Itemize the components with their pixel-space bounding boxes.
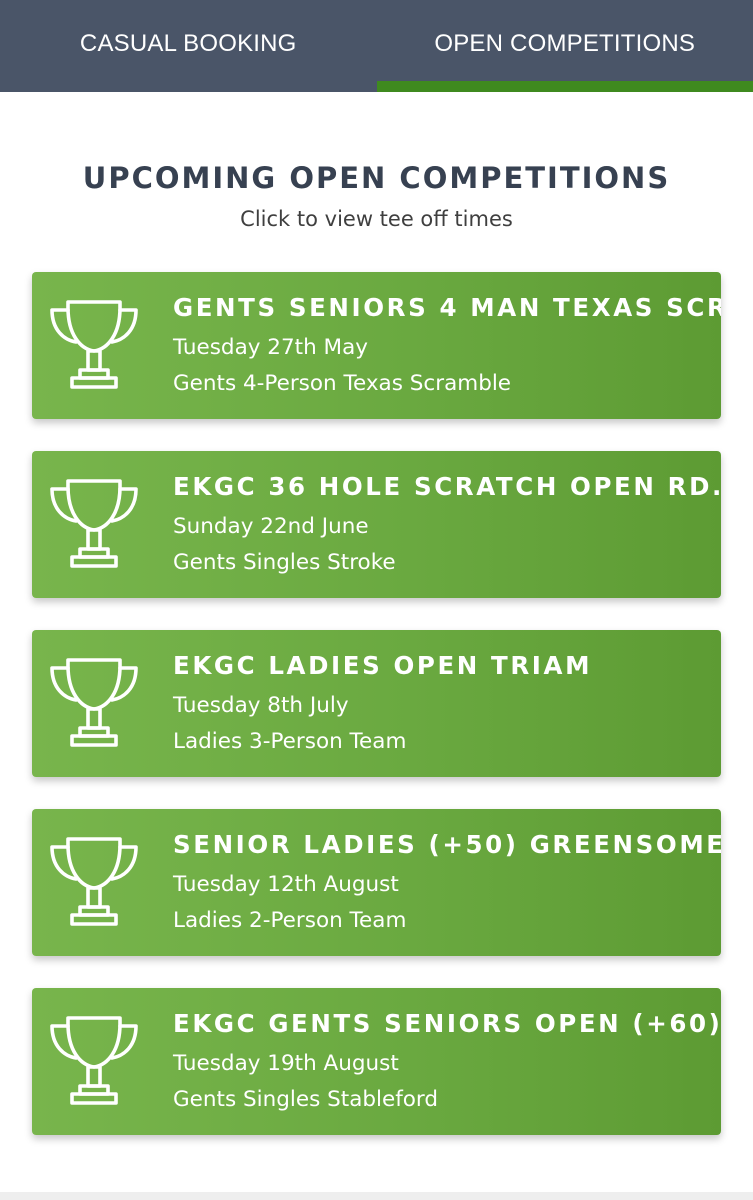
competition-date: Tuesday 19th August bbox=[173, 1051, 399, 1076]
tab-open-competitions-label: OPEN COMPETITIONS bbox=[434, 30, 696, 57]
tab-casual-booking-label: CASUAL BOOKING bbox=[79, 30, 297, 57]
trophy-icon bbox=[50, 658, 138, 747]
competition-format: Gents Singles Stableford bbox=[173, 1087, 439, 1112]
competition-card[interactable]: SENIOR LADIES (+50) GREENSOMES OPEN Tues… bbox=[32, 809, 721, 956]
competition-format: Gents Singles Stroke bbox=[173, 550, 396, 575]
page-subtitle: Click to view tee off times bbox=[240, 207, 513, 231]
trophy-icon bbox=[50, 837, 138, 926]
competition-card[interactable]: EKGC LADIES OPEN TRIAM Tuesday 8th July … bbox=[32, 630, 721, 777]
competition-title: EKGC GENTS SENIORS OPEN (+60) bbox=[173, 1009, 721, 1038]
competition-date: Tuesday 27th May bbox=[173, 335, 369, 360]
competition-format: Gents 4-Person Texas Scramble bbox=[173, 371, 512, 396]
trophy-icon bbox=[50, 1016, 138, 1105]
competition-title: SENIOR LADIES (+50) GREENSOMES OPEN bbox=[173, 830, 721, 859]
competition-format: Ladies 2-Person Team bbox=[173, 908, 407, 933]
tab-casual-booking[interactable]: CASUAL BOOKING bbox=[0, 0, 377, 92]
competition-title: GENTS SENIORS 4 MAN TEXAS SCRAMBLE bbox=[173, 293, 721, 322]
tab-bar: CASUAL BOOKING OPEN COMPETITIONS bbox=[0, 0, 753, 92]
competition-title: EKGC 36 HOLE SCRATCH OPEN RD.1 MORNING bbox=[173, 472, 721, 501]
trophy-icon bbox=[50, 479, 138, 568]
competition-title: EKGC LADIES OPEN TRIAM bbox=[173, 651, 593, 680]
competition-card[interactable]: EKGC GENTS SENIORS OPEN (+60) Tuesday 19… bbox=[32, 988, 721, 1135]
page-title: UPCOMING OPEN COMPETITIONS bbox=[82, 161, 671, 195]
competition-date: Tuesday 8th July bbox=[173, 693, 349, 718]
section-header: UPCOMING OPEN COMPETITIONS Click to view… bbox=[0, 158, 753, 234]
competition-date: Tuesday 12th August bbox=[173, 872, 399, 897]
competition-format: Ladies 3-Person Team bbox=[173, 729, 407, 754]
competition-card[interactable]: GENTS SENIORS 4 MAN TEXAS SCRAMBLE Tuesd… bbox=[32, 272, 721, 419]
trophy-icon bbox=[50, 300, 138, 389]
tab-open-competitions[interactable]: OPEN COMPETITIONS bbox=[376, 0, 753, 92]
page-bottom-edge bbox=[0, 1192, 753, 1200]
competition-card[interactable]: EKGC 36 HOLE SCRATCH OPEN RD.1 MORNING S… bbox=[32, 451, 721, 598]
competition-date: Sunday 22nd June bbox=[173, 514, 369, 539]
